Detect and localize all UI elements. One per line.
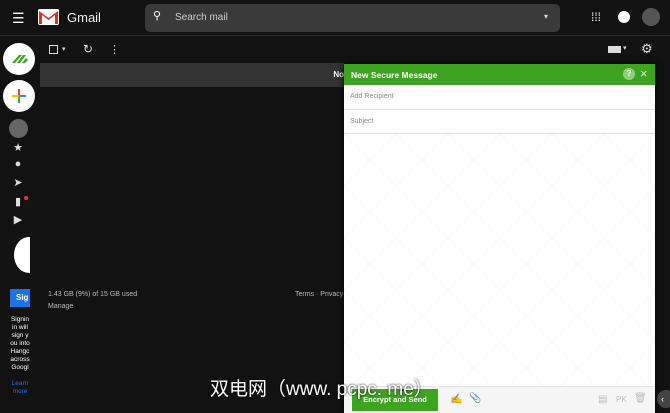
gmail-logo-icon	[38, 9, 59, 25]
hangouts-avatar	[14, 237, 30, 273]
template-icon[interactable]: ▤	[598, 394, 607, 405]
drafts-icon[interactable]: ▮	[12, 195, 24, 208]
storage-usage: 1.43 GB (9%) of 15 GB used	[48, 291, 138, 298]
recipient-input[interactable]: Add Recipient	[344, 85, 655, 110]
terms-privacy-links[interactable]: Terms · Privacy	[295, 291, 345, 298]
input-tools-dropdown-icon[interactable]: ▾	[623, 44, 627, 52]
label-icon[interactable]: ▶	[12, 213, 24, 226]
subject-input[interactable]: Subject	[344, 110, 655, 134]
hangouts-signin-button[interactable]: Sig	[10, 289, 30, 307]
attach-icon[interactable]: 📎	[469, 393, 481, 404]
help-icon[interactable]: ?	[623, 68, 635, 80]
notice-banner: No	[40, 63, 344, 87]
app-name: Gmail	[67, 10, 101, 25]
notifications-icon[interactable]	[618, 11, 630, 23]
select-checkbox[interactable]	[49, 45, 58, 54]
notice-text: No	[333, 70, 344, 79]
inbox-icon[interactable]	[9, 119, 28, 138]
learn-more-link[interactable]: Learn more	[10, 380, 30, 396]
search-input[interactable]: Search mail	[175, 12, 228, 23]
close-icon[interactable]: ×	[640, 66, 648, 81]
input-tools-icon[interactable]	[608, 46, 621, 53]
search-options-icon[interactable]: ▾	[544, 12, 548, 21]
refresh-icon[interactable]: ↻	[83, 42, 93, 56]
signature-icon[interactable]: ✍	[450, 394, 462, 405]
apps-icon[interactable]: ⁞⁞⁞	[591, 10, 601, 24]
starred-icon[interactable]: ★	[12, 141, 24, 154]
secure-compose-window: New Secure Message ? × Add Recipient Sub…	[344, 64, 655, 413]
select-dropdown-icon[interactable]: ▾	[62, 45, 66, 53]
search-icon: ⚲	[153, 10, 162, 22]
compose-title: New Secure Message	[351, 70, 438, 80]
avatar[interactable]	[642, 8, 660, 26]
hangouts-message: Signin in will sign you into Hangc acros…	[10, 316, 30, 371]
compose-header: New Secure Message ? ×	[344, 64, 655, 85]
secure-mail-extension-icon[interactable]	[3, 43, 35, 75]
drafts-badge	[24, 196, 28, 200]
settings-icon[interactable]: ⚙	[641, 41, 653, 57]
pk-button[interactable]: PK	[616, 395, 627, 404]
manage-storage-link[interactable]: Manage	[48, 303, 73, 310]
menu-icon[interactable]: ☰	[12, 10, 25, 27]
sent-icon[interactable]: ➤	[12, 176, 24, 189]
message-body[interactable]	[344, 134, 655, 386]
trash-icon[interactable]: 🗑	[634, 393, 647, 404]
more-icon[interactable]: ⋮	[109, 43, 120, 56]
search-bar[interactable]: ⚲ Search mail ▾	[145, 4, 560, 32]
watermark: 双电网（www. pcpc. me）	[210, 379, 433, 400]
side-panel-toggle[interactable]: ‹	[657, 390, 670, 408]
compose-button[interactable]	[3, 80, 35, 112]
snoozed-icon[interactable]: ●	[12, 158, 24, 170]
